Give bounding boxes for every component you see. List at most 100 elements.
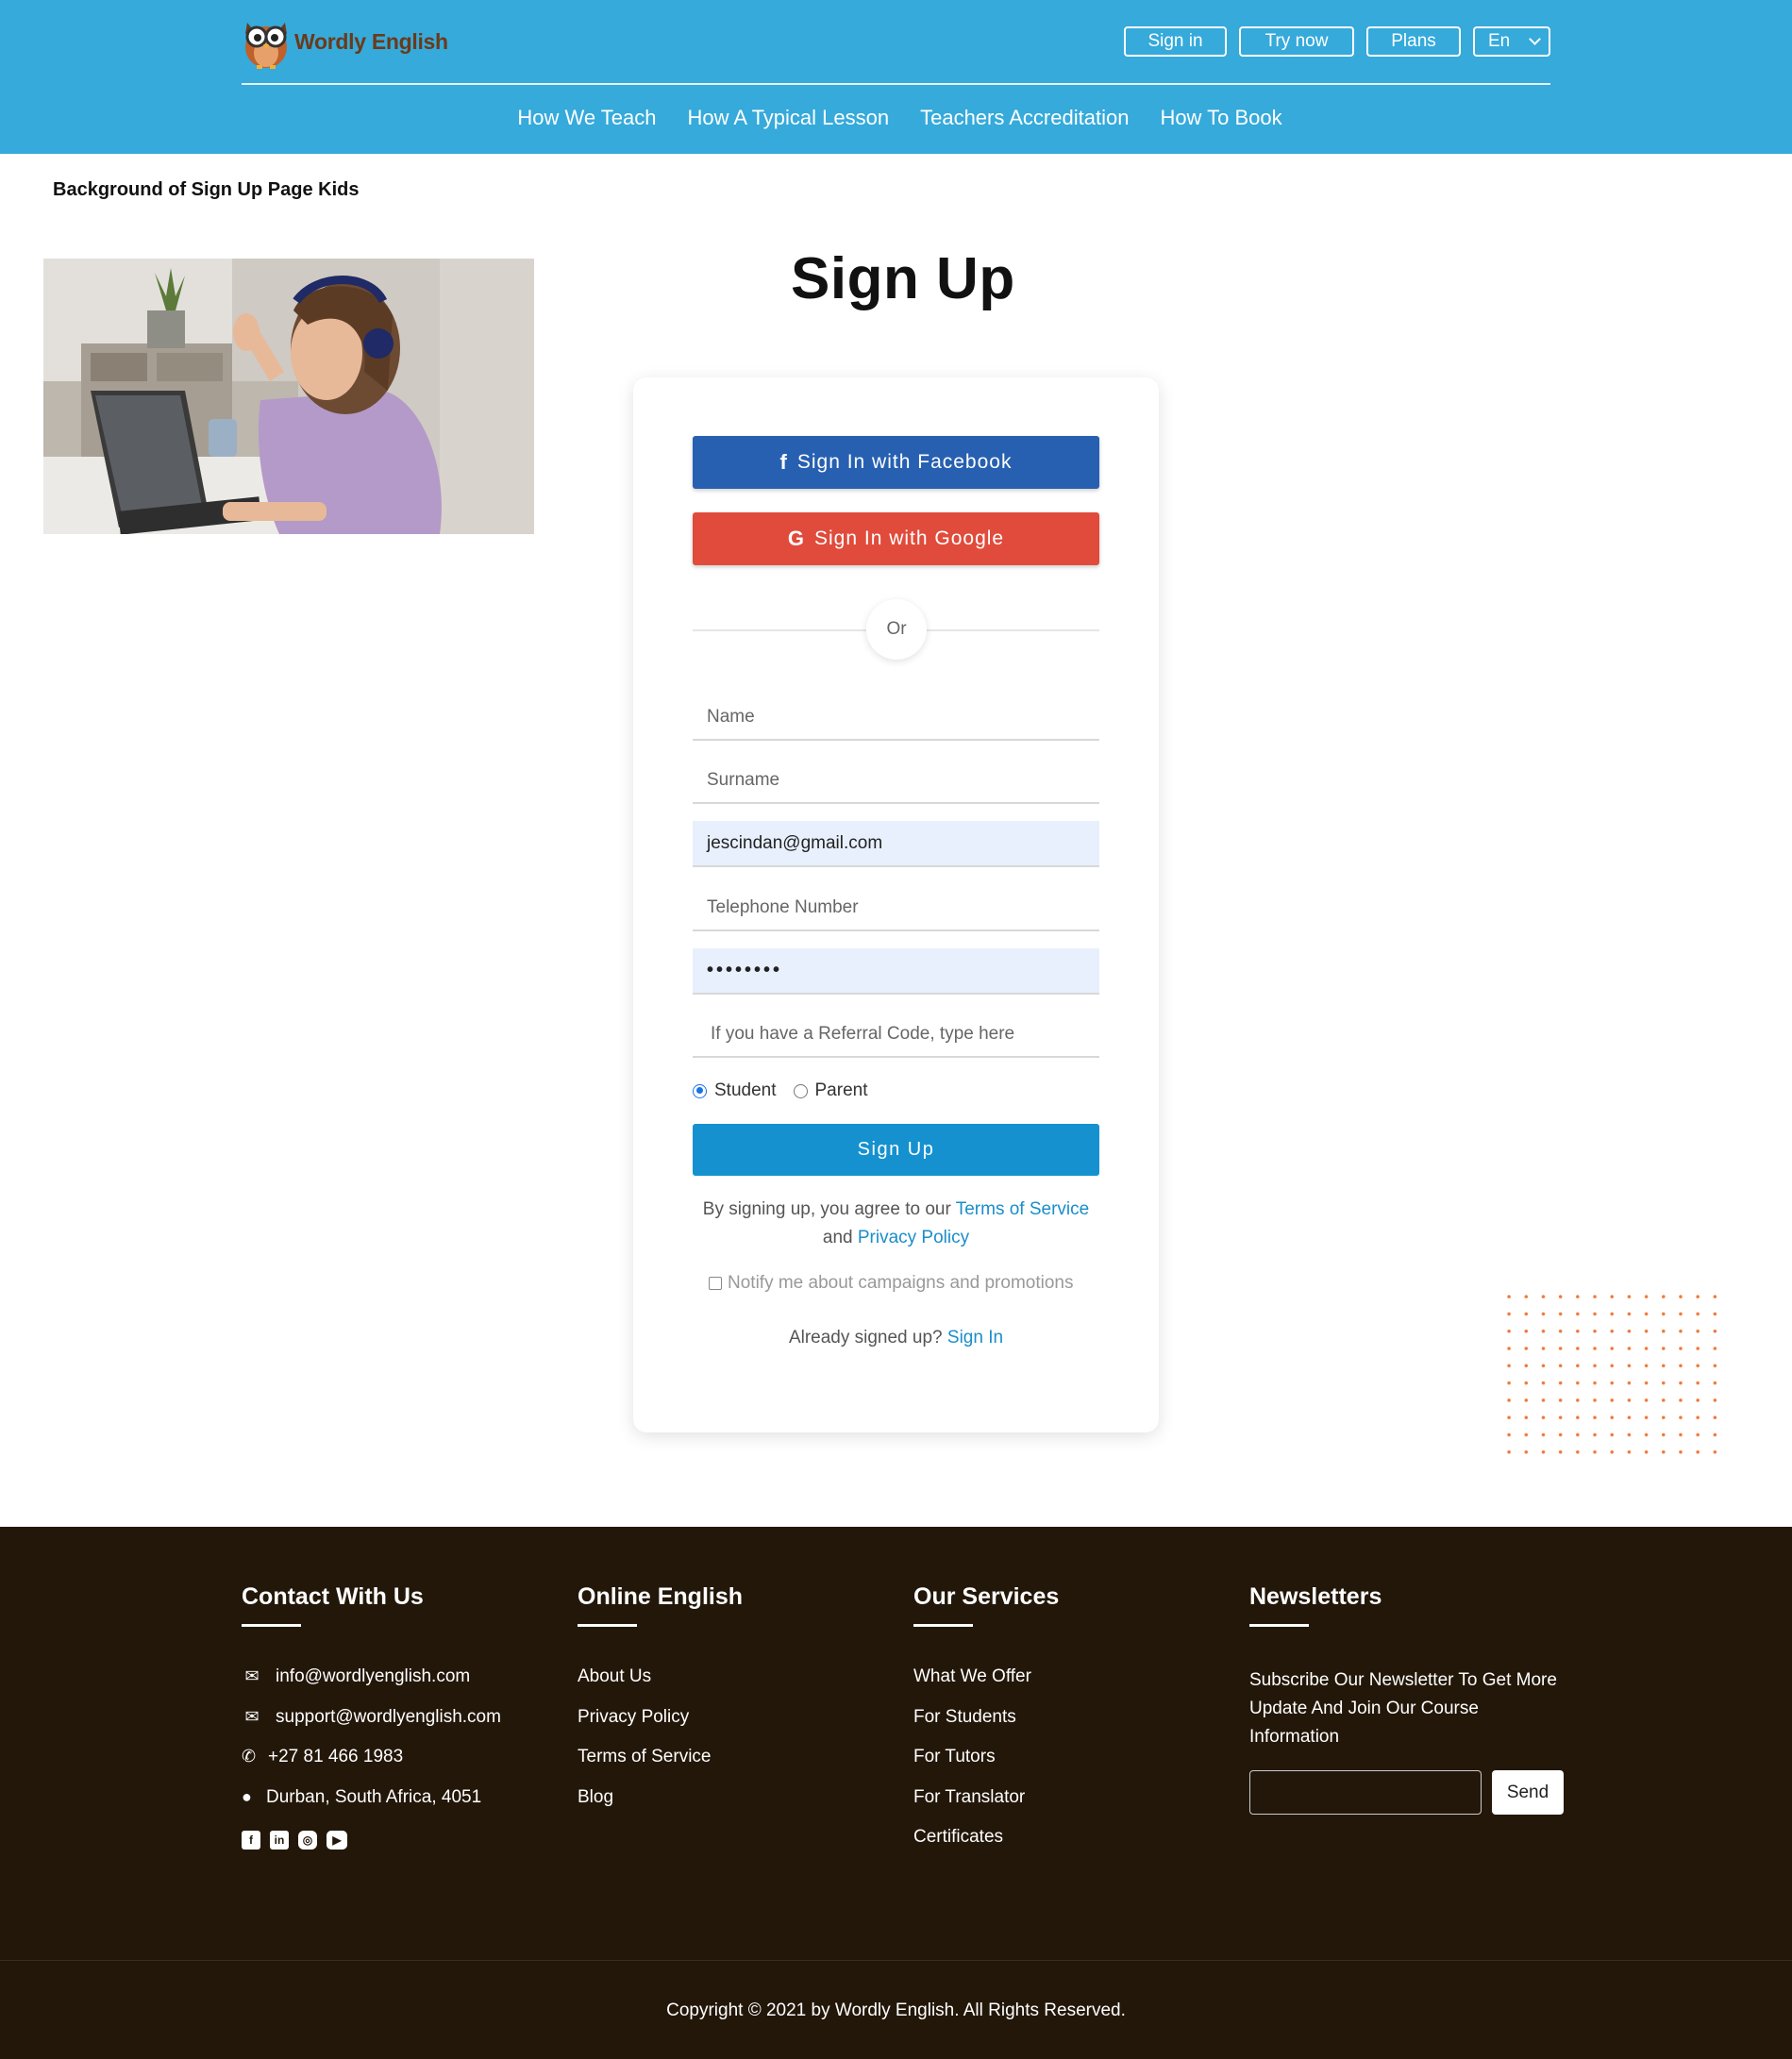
already-text: Already signed up? <box>788 1328 943 1348</box>
nav-teachers-accreditation[interactable]: Teachers Accreditation <box>920 106 1129 130</box>
parent-radio[interactable] <box>793 1083 808 1098</box>
footer-link-privacy-policy[interactable]: Privacy Policy <box>578 1707 743 1748</box>
newsletter-description: Subscribe Our Newsletter To Get More Upd… <box>1249 1670 1557 1747</box>
email-field[interactable]: jescindan@gmail.com <box>693 821 1099 867</box>
signup-card: f Sign In with Facebook G Sign In with G… <box>633 377 1159 1432</box>
language-select[interactable]: En <box>1473 26 1550 57</box>
kid-photo-illustration <box>43 259 534 534</box>
chevron-down-icon <box>1529 33 1541 45</box>
footer-online-english-title: Online English <box>578 1583 744 1610</box>
footer-link-certificates[interactable]: Certificates <box>913 1827 1059 1867</box>
agree-prefix: By signing up, you agree to our <box>702 1199 951 1219</box>
contact-address-text: Durban, South Africa, 4051 <box>266 1786 482 1807</box>
notify-label: Notify me about campaigns and promotions <box>728 1273 1074 1293</box>
google-icon: G <box>787 527 805 550</box>
newsletter-send-button[interactable]: Send <box>1492 1770 1564 1815</box>
footer-link-for-tutors[interactable]: For Tutors <box>913 1747 1059 1787</box>
surname-field[interactable]: Surname <box>693 758 1099 804</box>
decorative-dot-pattern <box>1500 1288 1717 1467</box>
google-signin-label: Sign In with Google <box>814 527 1005 549</box>
terms-agreement: By signing up, you agree to our Terms of… <box>693 1196 1099 1252</box>
footer-link-for-translator[interactable]: For Translator <box>913 1787 1059 1828</box>
google-signin-button[interactable]: G Sign In with Google <box>693 512 1099 565</box>
contact-phone[interactable]: ✆ +27 81 466 1983 <box>242 1747 501 1787</box>
telephone-field[interactable]: Telephone Number <box>693 885 1099 931</box>
contact-email-1-text: info@wordlyenglish.com <box>276 1666 471 1686</box>
nav-typical-lesson[interactable]: How A Typical Lesson <box>687 106 889 130</box>
facebook-icon[interactable]: f <box>242 1831 260 1850</box>
role-radio-group: Student Parent <box>693 1080 884 1101</box>
or-label: Or <box>866 599 927 660</box>
student-radio[interactable] <box>693 1083 707 1098</box>
footer-link-about-us[interactable]: About Us <box>578 1666 743 1707</box>
newsletter-form: Send <box>1249 1770 1570 1815</box>
contact-email-1[interactable]: ✉ info@wordlyenglish.com <box>242 1666 501 1707</box>
title-underline <box>1249 1624 1309 1627</box>
header-actions: Sign in Try now Plans En <box>1124 26 1550 57</box>
password-field[interactable]: •••••••• <box>693 948 1099 995</box>
role-student-option[interactable]: Student <box>693 1080 777 1101</box>
footer-newsletter-column: Newsletters Subscribe Our Newsletter To … <box>1249 1583 1570 1815</box>
role-parent-option[interactable]: Parent <box>793 1080 868 1101</box>
sign-up-button[interactable]: Sign Up <box>693 1124 1099 1176</box>
kid-photo <box>43 259 534 534</box>
linkedin-icon[interactable]: in <box>270 1831 289 1850</box>
main-nav: How We Teach How A Typical Lesson Teache… <box>0 106 1792 130</box>
notify-option[interactable]: Notify me about campaigns and promotions <box>709 1273 1073 1294</box>
footer-services-title: Our Services <box>913 1583 1060 1610</box>
facebook-icon: f <box>779 450 788 474</box>
agree-and: and <box>822 1228 853 1247</box>
owl-logo-icon <box>245 23 287 69</box>
map-pin-icon: ● <box>242 1786 252 1806</box>
plans-button[interactable]: Plans <box>1366 26 1461 57</box>
title-underline <box>913 1624 973 1627</box>
contact-address: ● Durban, South Africa, 4051 <box>242 1787 501 1828</box>
logo-text: Wordly English <box>294 28 448 54</box>
header-top-bar: Wordly English Sign in Try now Plans En <box>242 0 1550 85</box>
try-now-button[interactable]: Try now <box>1239 26 1354 57</box>
footer-contact-column: Contact With Us ✉ info@wordlyenglish.com… <box>242 1583 501 1850</box>
sign-in-button[interactable]: Sign in <box>1124 26 1227 57</box>
privacy-policy-link[interactable]: Privacy Policy <box>858 1228 969 1247</box>
nav-how-we-teach[interactable]: How We Teach <box>517 106 656 130</box>
language-value: En <box>1488 31 1511 51</box>
services-links: What We Offer For Students For Tutors Fo… <box>913 1666 1059 1867</box>
envelope-icon: ✉ <box>244 1706 260 1726</box>
notify-checkbox[interactable] <box>709 1277 722 1290</box>
student-radio-label: Student <box>714 1080 777 1100</box>
site-footer: Contact With Us ✉ info@wordlyenglish.com… <box>0 1527 1792 2059</box>
nav-how-to-book[interactable]: How To Book <box>1160 106 1281 130</box>
phone-icon: ✆ <box>242 1747 257 1766</box>
already-signed-up: Already signed up? Sign In <box>633 1328 1159 1348</box>
footer-link-terms-of-service[interactable]: Terms of Service <box>578 1747 743 1787</box>
footer-services-column: Our Services What We Offer For Students … <box>913 1583 1059 1867</box>
contact-email-2[interactable]: ✉ support@wordlyenglish.com <box>242 1707 501 1748</box>
terms-of-service-link[interactable]: Terms of Service <box>956 1199 1089 1219</box>
facebook-signin-button[interactable]: f Sign In with Facebook <box>693 436 1099 489</box>
envelope-icon: ✉ <box>244 1666 260 1685</box>
footer-newsletter-title: Newsletters <box>1249 1583 1382 1610</box>
footer-divider <box>0 1960 1792 1961</box>
footer-link-for-students[interactable]: For Students <box>913 1707 1059 1748</box>
sign-in-link[interactable]: Sign In <box>947 1328 1003 1348</box>
name-field[interactable]: Name <box>693 695 1099 741</box>
title-underline <box>578 1624 637 1627</box>
footer-online-english-column: Online English About Us Privacy Policy T… <box>578 1583 743 1827</box>
contact-phone-text: +27 81 466 1983 <box>268 1747 404 1766</box>
social-links: f in ◎ ▶ <box>242 1831 501 1850</box>
footer-link-what-we-offer[interactable]: What We Offer <box>913 1666 1059 1707</box>
facebook-signin-label: Sign In with Facebook <box>796 451 1013 473</box>
instagram-icon[interactable]: ◎ <box>298 1831 317 1850</box>
background-caption: Background of Sign Up Page Kids <box>53 179 360 200</box>
youtube-icon[interactable]: ▶ <box>327 1831 347 1850</box>
newsletter-email-input[interactable] <box>1249 1770 1482 1815</box>
logo[interactable]: Wordly English <box>242 13 448 70</box>
copyright-text: Copyright © 2021 by Wordly English. All … <box>666 2000 1126 2020</box>
footer-contact-title: Contact With Us <box>242 1583 424 1610</box>
parent-radio-label: Parent <box>814 1080 868 1100</box>
page-title: Sign Up <box>791 246 1015 311</box>
footer-link-blog[interactable]: Blog <box>578 1787 743 1828</box>
contact-list: ✉ info@wordlyenglish.com ✉ support@wordl… <box>242 1666 501 1850</box>
site-header: Wordly English Sign in Try now Plans En … <box>0 0 1792 154</box>
referral-code-field[interactable]: If you have a Referral Code, type here <box>693 1012 1099 1058</box>
